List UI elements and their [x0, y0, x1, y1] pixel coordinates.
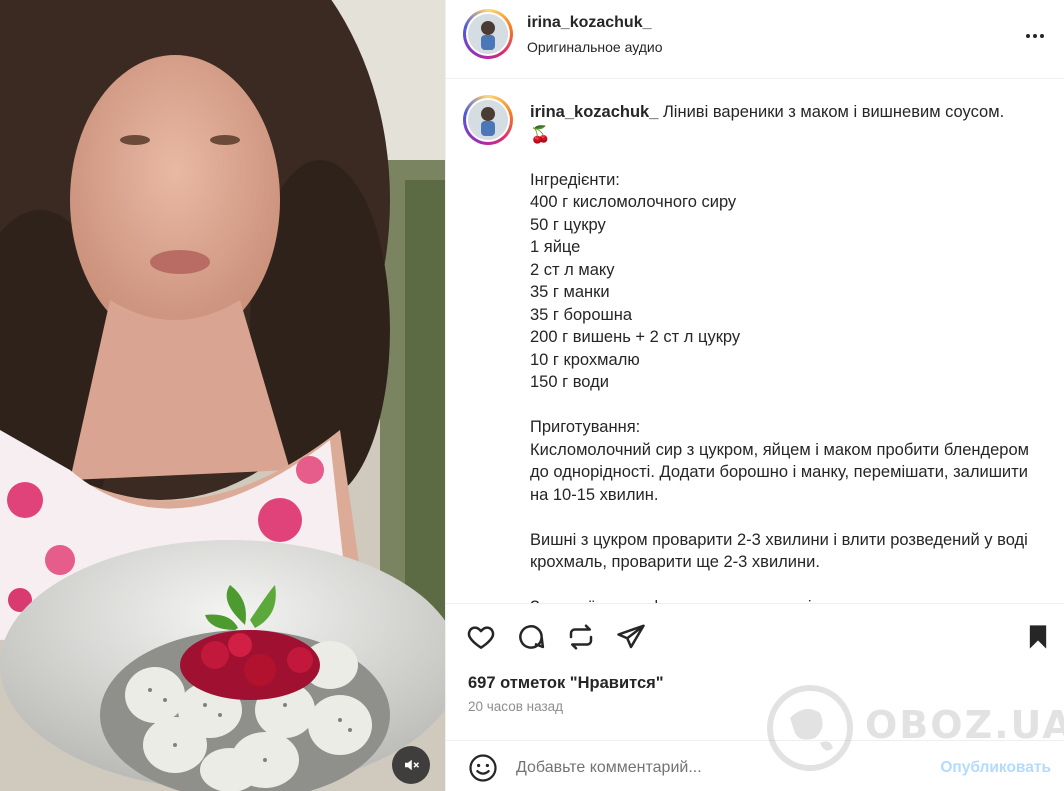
emoji-icon[interactable] — [468, 753, 498, 783]
comment-bar: Опубликовать — [446, 740, 1064, 791]
comment-input[interactable] — [516, 754, 916, 782]
mute-button[interactable] — [392, 746, 430, 784]
publish-button[interactable]: Опубликовать — [940, 759, 1051, 777]
caption-username[interactable]: irina_kozachuk_ — [530, 103, 658, 121]
share-icon[interactable] — [616, 622, 646, 652]
original-audio-link[interactable]: Оригинальное аудио — [527, 39, 663, 55]
bookmark-icon[interactable] — [1023, 622, 1053, 652]
sound-off-icon — [405, 759, 420, 771]
caption-avatar[interactable] — [463, 95, 513, 145]
reel-video[interactable] — [0, 0, 445, 791]
comment-icon[interactable] — [516, 622, 546, 652]
post-panel: irina_kozachuk_ Оригинальное аудио irina… — [445, 0, 1064, 791]
likes-count[interactable]: 697 отметок "Нравится" — [468, 674, 664, 693]
avatar[interactable] — [463, 9, 513, 59]
caption-scroll-area[interactable]: irina_kozachuk_ Ліниві вареники з маком … — [446, 80, 1064, 603]
action-bar — [446, 604, 1064, 668]
avatar-image — [468, 14, 508, 54]
header-username[interactable]: irina_kozachuk_ — [527, 14, 652, 32]
heart-icon[interactable] — [466, 622, 496, 652]
avatar-image — [468, 100, 508, 140]
more-options-icon[interactable] — [1023, 24, 1047, 48]
caption-text: Ліниві вареники з маком і вишневим соусо… — [530, 103, 1029, 603]
post-caption: irina_kozachuk_ Ліниві вареники з маком … — [530, 101, 1040, 603]
post-time[interactable]: 20 часов назад — [468, 699, 563, 714]
repost-icon[interactable] — [566, 622, 596, 652]
video-frame-illustration — [0, 0, 445, 791]
post-header: irina_kozachuk_ Оригинальное аудио — [446, 0, 1064, 79]
